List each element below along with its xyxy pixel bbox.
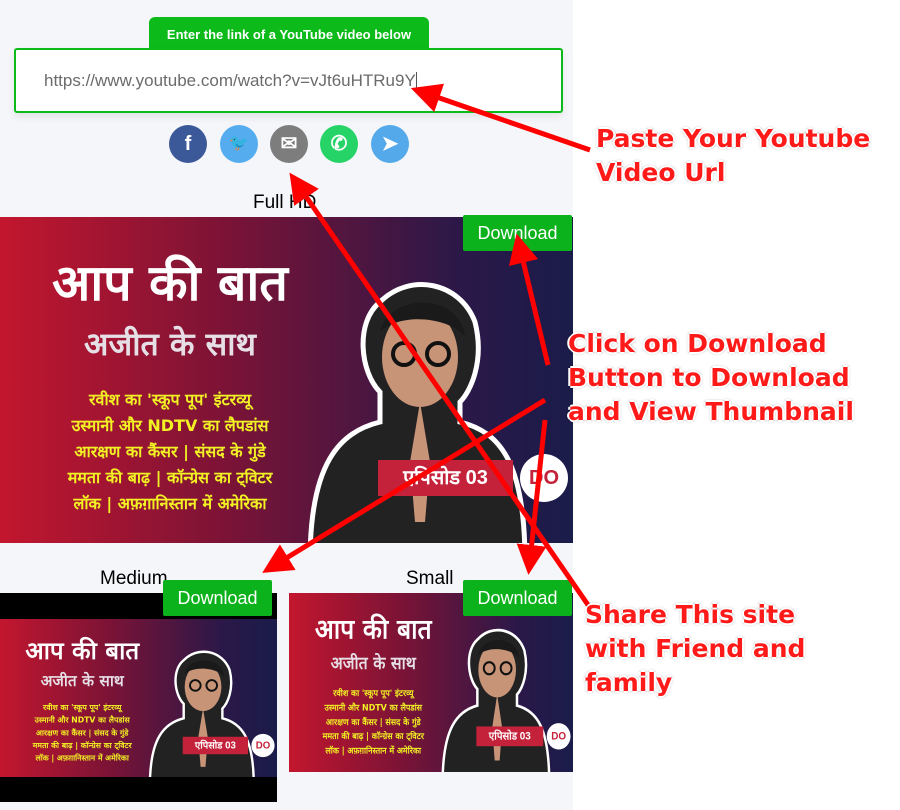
topic-line: लॉक | अफ़ग़ानिस्तान में अमेरिका <box>35 753 129 763</box>
episode-badge: एपिसोड 03 <box>182 736 248 755</box>
share-facebook-button[interactable]: f <box>169 125 207 163</box>
topic-line: लॉक | अफ़ग़ानिस्तान में अमेरिका <box>325 745 422 756</box>
topic-line: आरक्षण का कैंसर | संसद के गुंडे <box>74 442 266 461</box>
topic-line: आरक्षण का कैंसर | संसद के गुंडे <box>35 728 129 738</box>
thumbnail-image: आप की बात अजीत के साथ रवीश का 'स्कूप पूप… <box>0 619 277 777</box>
thumbnail-image: आप की बात अजीत के साथ रवीश का 'स्कूप पूप… <box>289 593 573 772</box>
presenter-image <box>307 282 528 543</box>
thumbnail-subtitle: अजीत के साथ <box>40 671 124 690</box>
medium-thumbnail-frame: आप की बात अजीत के साथ रवीश का 'स्कूप पूप… <box>0 593 277 802</box>
episode-badge: एपिसोड 03 <box>378 460 513 496</box>
twitter-icon: 🐦 <box>229 135 249 152</box>
topic-line: ममता की बाढ़ | कॉन्ग्रेस का ट्विटर <box>67 468 273 487</box>
download-medium-button[interactable]: Download <box>163 580 272 616</box>
presenter-image <box>148 650 255 777</box>
youtube-url-input[interactable]: https://www.youtube.com/watch?v=vJt6uHTR… <box>14 48 563 113</box>
thumbnail-image: आप की बात अजीत के साथ रवीश का 'स्कूप पूप… <box>0 217 573 543</box>
annotation-paste-url: Paste Your Youtube Video Url <box>596 124 871 187</box>
download-small-button[interactable]: Download <box>463 580 572 616</box>
topic-line: आरक्षण का कैंसर | संसद के गुंडे <box>325 716 421 727</box>
annotation-click-download: Click on Download Button to Download and… <box>568 329 854 426</box>
topic-line: रवीश का 'स्कूप पूप' इंटरव्यू <box>89 390 251 409</box>
share-telegram-button[interactable]: ➤ <box>371 125 409 163</box>
thumbnail-subtitle: अजीत के साथ <box>330 652 416 674</box>
whatsapp-icon: ✆ <box>330 133 348 155</box>
text-caret <box>415 71 417 92</box>
channel-logo: DO <box>546 723 571 750</box>
topic-line: लॉक | अफ़ग़ानिस्तान में अमेरिका <box>73 494 267 513</box>
thumbnail-subtitle: अजीत के साथ <box>84 325 256 363</box>
episode-badge: एपिसोड 03 <box>476 726 544 747</box>
facebook-icon: f <box>184 133 192 155</box>
thumbnail-title: आप की बात <box>25 636 140 666</box>
topic-line: ममता की बाढ़ | कॉन्ग्रेस का ट्विटर <box>322 730 424 742</box>
url-input-label: Enter the link of a YouTube video below <box>149 17 429 49</box>
thumbnail-topics: रवीश का 'स्कूप पूप' इंटरव्यू उस्मानी और … <box>15 701 150 764</box>
topic-line: उस्मानी और NDTV का लैपडांस <box>71 416 269 435</box>
share-whatsapp-button[interactable]: ✆ <box>320 125 358 163</box>
telegram-icon: ➤ <box>381 133 399 155</box>
thumbnail-topics: रवीश का 'स्कूप पूप' इंटरव्यू उस्मानी और … <box>304 686 443 757</box>
thumbnail-title: आप की बात <box>52 254 288 312</box>
topic-line: उस्मानी और NDTV का लैपडांस <box>34 715 130 725</box>
share-email-button[interactable]: ✉ <box>270 125 308 163</box>
full-hd-label: Full HD <box>253 192 317 213</box>
full-hd-thumbnail: आप की बात अजीत के साथ रवीश का 'स्कूप पूप… <box>0 217 573 543</box>
channel-logo: DO <box>251 733 275 758</box>
download-full-hd-button[interactable]: Download <box>463 215 572 251</box>
annotation-share-site: Share This site with Friend and family <box>585 600 806 697</box>
topic-line: रवीश का 'स्कूप पूप' इंटरव्यू <box>333 687 414 699</box>
medium-label: Medium <box>100 568 168 589</box>
topic-line: ममता की बाढ़ | कॉन्ग्रेस का ट्विटर <box>32 740 132 750</box>
presenter-image <box>441 628 551 772</box>
url-value: https://www.youtube.com/watch?v=vJt6uHTR… <box>44 71 416 90</box>
share-twitter-button[interactable]: 🐦 <box>220 125 258 163</box>
small-thumbnail: आप की बात अजीत के साथ रवीश का 'स्कूप पूप… <box>289 593 573 772</box>
thumbnail-title: आप की बात <box>314 613 432 646</box>
topic-line: रवीश का 'स्कूप पूप' इंटरव्यू <box>43 702 122 713</box>
channel-logo: DO <box>520 454 568 502</box>
email-icon: ✉ <box>280 133 298 155</box>
thumbnail-topics: रवीश का 'स्कूप पूप' इंटरव्यू उस्मानी और … <box>30 387 310 517</box>
small-label: Small <box>406 568 454 589</box>
medium-thumbnail: आप की बात अजीत के साथ रवीश का 'स्कूप पूप… <box>0 619 277 777</box>
topic-line: उस्मानी और NDTV का लैपडांस <box>324 702 423 713</box>
